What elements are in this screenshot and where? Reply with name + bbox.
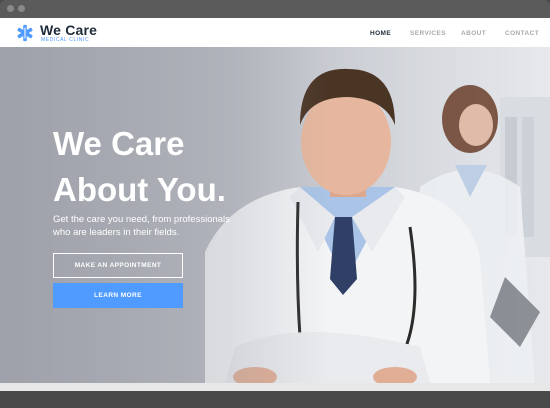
page-bottom-strip <box>0 383 550 391</box>
window-control-dot[interactable] <box>18 5 25 12</box>
hero-subtext-line1: Get the care you need, from professional… <box>53 214 230 225</box>
hero-subtext-line2: who are leaders in their fields. <box>53 227 180 238</box>
nav-home[interactable]: HOME <box>370 30 391 37</box>
hero-headline-line1: We Care <box>53 125 185 162</box>
brand-name[interactable]: We Care <box>40 22 97 38</box>
window-control-dot[interactable] <box>7 5 14 12</box>
star-of-life-icon <box>17 24 33 42</box>
hero-section: We Care About You. Get the care you need… <box>0 47 550 383</box>
site-header: We Care MEDICAL CLINIC HOME SERVICES ABO… <box>0 18 550 47</box>
make-appointment-button[interactable]: MAKE AN APPOINTMENT <box>53 253 183 278</box>
hero-subtext: Get the care you need, from professional… <box>53 213 243 239</box>
brand-tagline: MEDICAL CLINIC <box>41 37 90 43</box>
window-bottom-bar <box>0 391 550 408</box>
nav-services[interactable]: SERVICES <box>410 30 446 37</box>
nav-contact[interactable]: CONTACT <box>505 30 539 37</box>
nav-about[interactable]: ABOUT <box>461 30 486 37</box>
hero-headline-line2: About You. <box>53 171 226 208</box>
learn-more-button[interactable]: LEARN MORE <box>53 283 183 308</box>
window-titlebar <box>0 0 550 18</box>
browser-window: We Care MEDICAL CLINIC HOME SERVICES ABO… <box>0 0 550 408</box>
hero-headline: We Care About You. <box>53 121 226 213</box>
